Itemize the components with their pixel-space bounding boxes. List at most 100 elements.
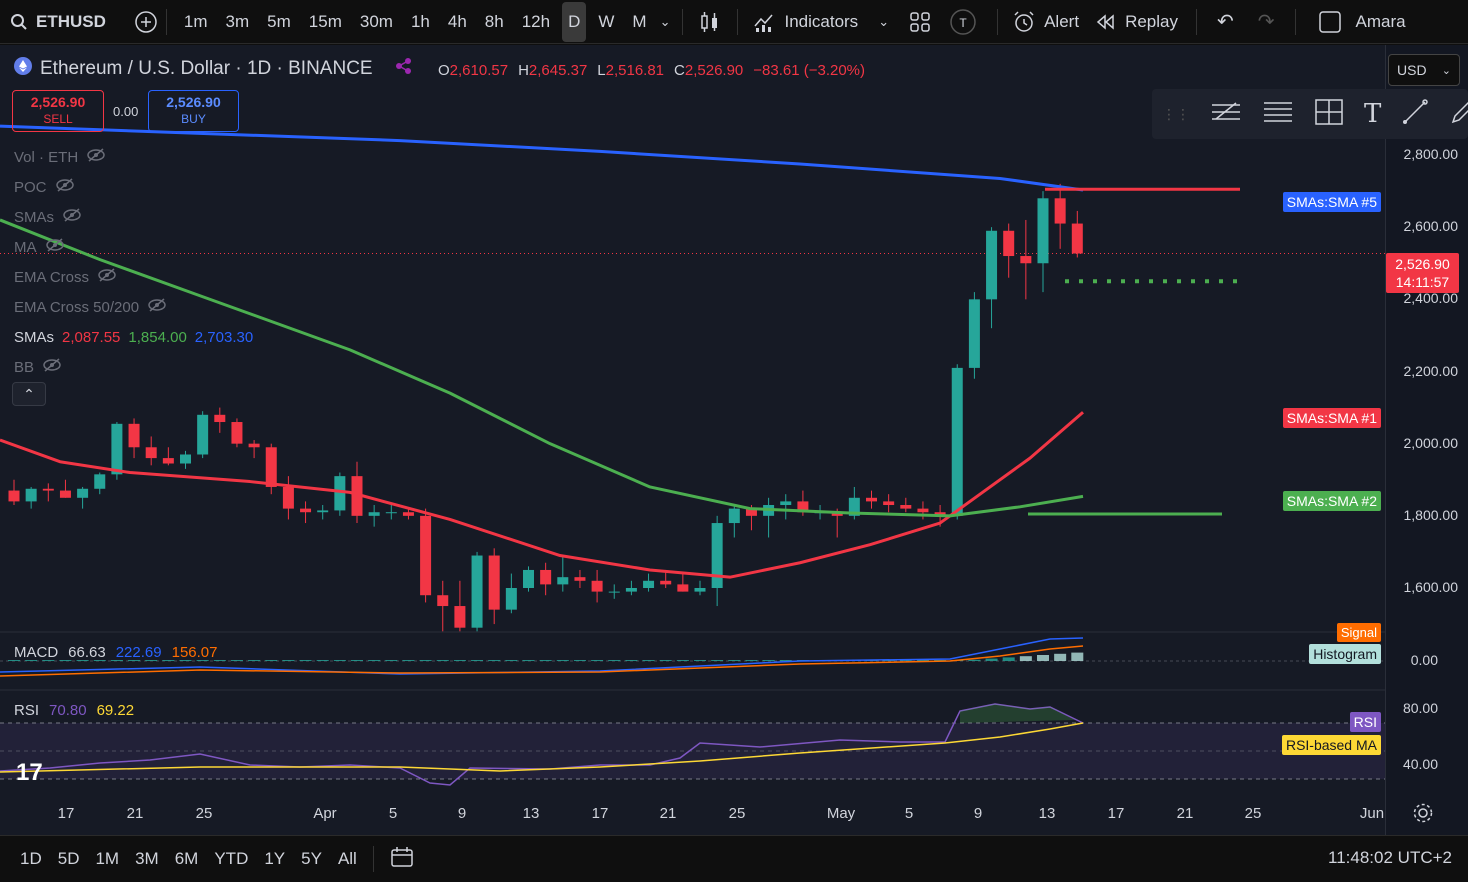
indicator-row[interactable]: Vol · ETH <box>14 142 253 172</box>
interval-8h[interactable]: 8h <box>479 0 510 44</box>
user-menu-button[interactable]: Amara <box>1304 0 1406 44</box>
indicators-button[interactable]: Indicators <box>746 0 864 44</box>
low-key: L <box>597 62 606 79</box>
series-legend[interactable]: Ethereum / U.S. Dollar · 1D · BINANCE <box>14 57 413 81</box>
interval-12h[interactable]: 12h <box>516 0 556 44</box>
macd-histogram-bar <box>385 660 398 661</box>
currency-select[interactable]: USD ⌄ <box>1388 54 1460 86</box>
candle-body <box>42 488 54 491</box>
rsi-legend[interactable]: RSI 70.80 69.22 <box>14 702 134 719</box>
divider <box>165 8 167 35</box>
macd-histogram-bar <box>573 660 586 661</box>
symbol-title: Ethereum / U.S. Dollar · 1D · BINANCE <box>40 58 373 79</box>
change-value: −83.61 (−3.20%) <box>753 62 866 79</box>
chart-type-button[interactable] <box>691 0 729 44</box>
rsi-ma-tag: RSI-based MA <box>1281 735 1381 755</box>
text-tool-icon[interactable]: T <box>1364 99 1381 129</box>
price-axis-label: 1,800.00 <box>1403 506 1459 523</box>
tradingview-logo[interactable]: 17 <box>16 759 43 787</box>
measure-icon[interactable] <box>1314 98 1344 131</box>
range-6M[interactable]: 6M <box>167 849 207 869</box>
indicators-dropdown-button[interactable]: ⌄ <box>864 0 903 44</box>
indicator-row[interactable]: EMA Cross 50/200 <box>14 292 253 322</box>
eye-off-icon[interactable] <box>86 148 106 166</box>
sell-button[interactable]: 2,526.90 SELL <box>12 90 104 132</box>
macd-legend[interactable]: MACD 66.63 222.69 156.07 <box>14 644 218 661</box>
buy-price: 2,526.90 <box>166 94 221 110</box>
candle-body <box>728 508 740 524</box>
open-value: 2,610.57 <box>449 62 509 79</box>
candle-body <box>968 299 980 368</box>
alert-button[interactable]: Alert <box>1006 0 1085 44</box>
templates-button[interactable]: T <box>937 0 989 44</box>
candle-body <box>8 490 20 502</box>
candle-body <box>128 423 140 448</box>
eye-off-icon[interactable] <box>45 238 65 256</box>
time-axis[interactable]: 17 21 25 Apr 5 9 13 17 21 25 May 5 9 13 17 21 25 Jun <box>0 797 1385 835</box>
share-icon[interactable] <box>395 57 413 81</box>
time-axis-label: 25 <box>195 805 213 822</box>
indicator-row[interactable]: EMA Cross <box>14 262 253 292</box>
indicator-row[interactable]: POC <box>14 172 253 202</box>
interval-5m[interactable]: 5m <box>261 0 297 44</box>
interval-30m[interactable]: 30m <box>354 0 399 44</box>
horizontal-lines-icon[interactable] <box>1262 99 1294 130</box>
range-1D[interactable]: 1D <box>12 849 50 869</box>
candle-body <box>900 505 912 509</box>
range-1M[interactable]: 1M <box>87 849 127 869</box>
interval-1h[interactable]: 1h <box>405 0 436 44</box>
compare-button[interactable] <box>134 0 158 44</box>
buy-button[interactable]: 2,526.90 BUY <box>148 90 239 132</box>
trend-lines-icon[interactable] <box>1210 99 1242 130</box>
interval-M[interactable]: M <box>626 0 652 44</box>
range-3M[interactable]: 3M <box>127 849 167 869</box>
eye-off-icon[interactable] <box>62 208 82 226</box>
interval-D[interactable]: D <box>562 1 587 42</box>
macd-histogram-bar <box>745 660 758 661</box>
interval-15m[interactable]: 15m <box>303 0 348 44</box>
eye-off-icon[interactable] <box>147 298 167 316</box>
range-YTD[interactable]: YTD <box>206 849 256 869</box>
layouts-button[interactable] <box>903 0 937 44</box>
replay-button[interactable]: Replay <box>1085 0 1188 44</box>
indicator-bb[interactable]: BB <box>14 352 253 382</box>
interval-1m[interactable]: 1m <box>178 0 214 44</box>
time-axis-label: Jun <box>1359 805 1385 822</box>
interval-W[interactable]: W <box>592 0 620 44</box>
macd-histogram-bar <box>762 660 775 661</box>
interval-dropdown-button[interactable]: ⌄ <box>656 0 675 44</box>
undo-button[interactable]: ↶ <box>1205 0 1246 44</box>
indicators-icon <box>752 10 776 34</box>
collapse-legend-button[interactable]: ⌃ <box>12 382 46 406</box>
square-icon <box>1318 10 1342 34</box>
range-1Y[interactable]: 1Y <box>256 849 293 869</box>
chart-pane[interactable]: 2,800.00 2,600.00 2,400.00 2,200.00 2,000.00… <box>0 45 1468 835</box>
brush-icon[interactable] <box>1401 98 1429 131</box>
eye-off-icon[interactable] <box>42 358 62 376</box>
symbol-search-button[interactable]: ETHUSD <box>0 0 106 44</box>
settings-gear-icon[interactable] <box>1412 802 1434 829</box>
macd-signal-value: 156.07 <box>171 644 218 661</box>
interval-3m[interactable]: 3m <box>220 0 256 44</box>
candle-body <box>471 555 483 628</box>
pen-icon[interactable] <box>1449 98 1468 131</box>
time-axis-label: 21 <box>126 805 144 822</box>
range-All[interactable]: All <box>330 849 365 869</box>
bar-countdown: 14:11:57 <box>1395 274 1450 290</box>
eye-off-icon[interactable] <box>55 178 75 196</box>
goto-date-button[interactable] <box>382 846 422 873</box>
indicator-row[interactable]: SMAs <box>14 202 253 232</box>
candles-icon <box>699 10 721 34</box>
redo-button[interactable]: ↷ <box>1246 0 1287 44</box>
drag-handle-icon[interactable]: ⋮⋮ <box>1162 106 1190 123</box>
candle-body <box>317 510 329 513</box>
price-axis[interactable]: 2,800.00 2,600.00 2,400.00 2,200.00 2,000.00… <box>1385 45 1468 835</box>
range-5D[interactable]: 5D <box>50 849 88 869</box>
interval-4h[interactable]: 4h <box>442 0 473 44</box>
macd-histogram-bar <box>608 660 621 661</box>
indicator-row[interactable]: MA <box>14 232 253 262</box>
clock-timezone[interactable]: 11:48:02 UTC+2 <box>1328 848 1452 868</box>
eye-off-icon[interactable] <box>97 268 117 286</box>
indicator-smas[interactable]: SMAs 2,087.55 1,854.00 2,703.30 <box>14 322 253 352</box>
range-5Y[interactable]: 5Y <box>293 849 330 869</box>
